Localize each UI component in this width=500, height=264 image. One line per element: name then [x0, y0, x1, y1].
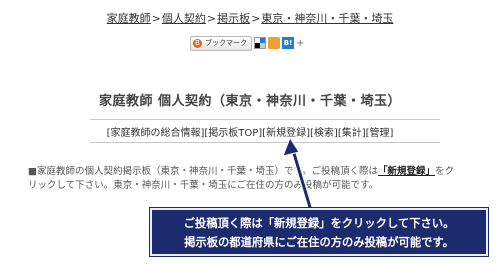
callout-line-2: 掲示板の都道府県にご在住の方のみ投稿が可能です。 — [184, 236, 454, 249]
callout-line-1: ご投稿頂く際は「新規登録」をクリックして下さい。 — [183, 217, 455, 230]
notice-callout: ご投稿頂く際は「新規登録」をクリックして下さい。 掲示板の都道府県にご在住の方の… — [150, 208, 488, 256]
